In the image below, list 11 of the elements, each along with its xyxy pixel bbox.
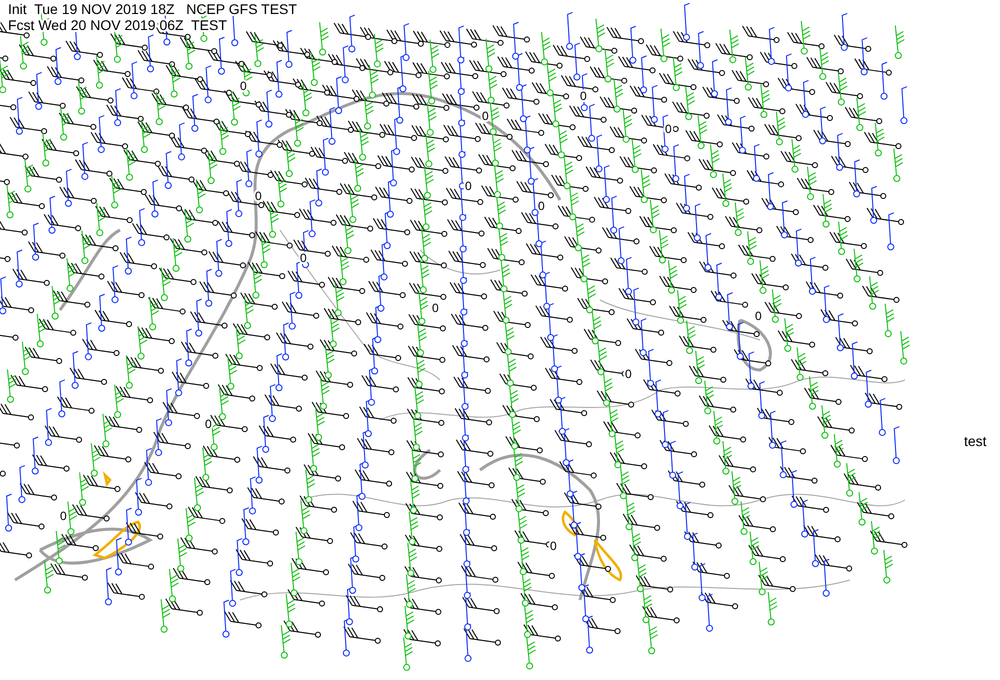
contour-label: 0 xyxy=(538,199,545,213)
contour-label: 0 xyxy=(205,417,212,431)
init-time-label: Init Tue 19 NOV 2019 18Z NCEP GFS TEST xyxy=(8,1,297,17)
contour-label: 0 xyxy=(255,189,262,203)
contour-label: 0 xyxy=(465,179,472,193)
contour-label: 0 xyxy=(755,309,762,323)
side-label: test xyxy=(964,433,987,449)
contour-label: 0 xyxy=(432,301,439,315)
contour-label: 0 xyxy=(482,109,489,123)
contour-label: 0 xyxy=(625,367,632,381)
contour-label: 0 xyxy=(60,509,67,523)
